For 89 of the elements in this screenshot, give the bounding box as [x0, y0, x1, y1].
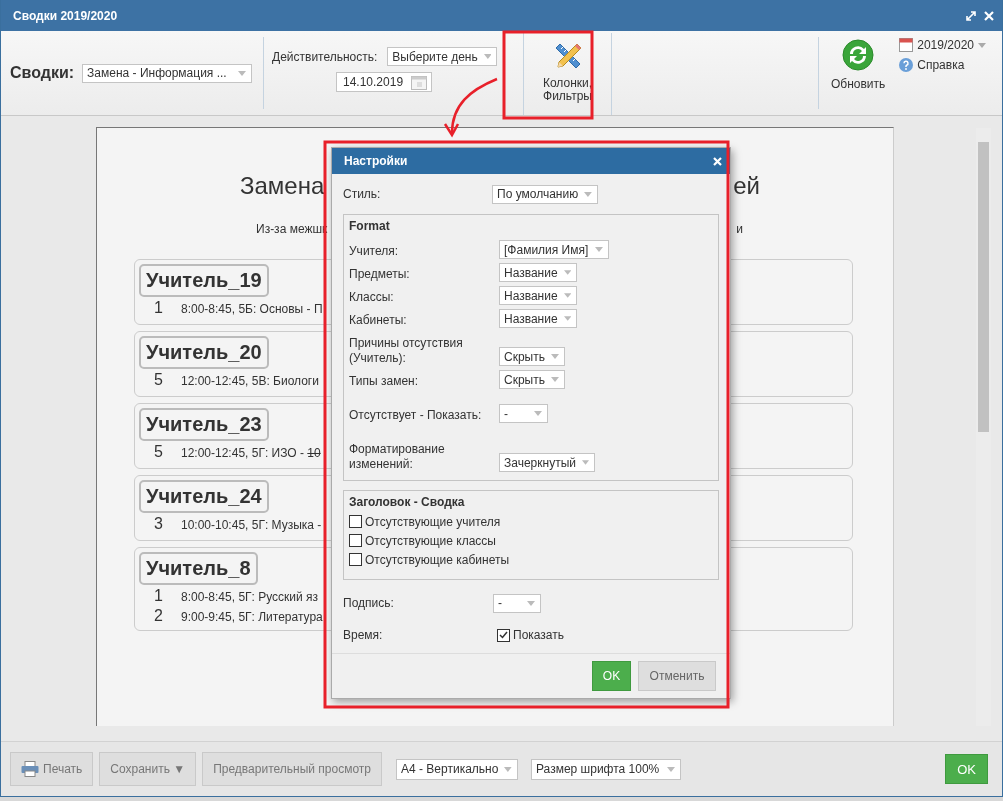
- setting-label: Причины отсутствия (Учитель):: [349, 336, 464, 366]
- font-size-select[interactable]: Размер шрифта 100%: [531, 758, 681, 780]
- document-subtitle: и: [736, 222, 743, 236]
- time-label: Время:: [343, 628, 384, 642]
- date-field[interactable]: 14.10.2019: [336, 72, 433, 92]
- scrollbar-thumb[interactable]: [978, 142, 989, 432]
- setting-select[interactable]: [Фамилия Имя]: [499, 240, 609, 259]
- group-title: Заголовок - Сводка: [349, 495, 466, 509]
- setting-label: Типы замен:: [349, 374, 420, 389]
- calendar-icon: [899, 38, 914, 52]
- checkbox[interactable]: [349, 553, 362, 566]
- caret-icon: [581, 460, 589, 465]
- setting-select[interactable]: Скрыть: [499, 347, 565, 366]
- period-number: 1: [154, 299, 162, 317]
- refresh-button[interactable]: Обновить: [818, 31, 898, 115]
- page-format-select[interactable]: A4 - Вертикально: [396, 758, 518, 780]
- teacher-name: Учитель_8: [139, 552, 258, 585]
- setting-select[interactable]: Название: [499, 309, 577, 328]
- caret-icon: [483, 54, 492, 59]
- window-title: Сводки 2019/2020: [13, 8, 119, 23]
- setting-select[interactable]: Скрыть: [499, 370, 565, 389]
- close-icon[interactable]: [713, 156, 722, 166]
- lesson-text: 9:00-9:45, 5Г: Литература: [181, 610, 323, 624]
- setting-label: Учителя:: [349, 244, 400, 259]
- signature-select[interactable]: -: [493, 593, 541, 613]
- report-select[interactable]: Замена - Информация ...: [82, 63, 253, 83]
- dialog-title: Настройки: [344, 154, 408, 168]
- checkbox[interactable]: [349, 534, 362, 547]
- setting-label: Форматирование изменений:: [349, 442, 446, 472]
- lesson-text: 8:00-8:45, 5Г: Русский яз: [181, 590, 319, 604]
- period-number: 2: [154, 607, 162, 625]
- period-number: 5: [154, 443, 162, 461]
- caret-icon: [534, 411, 542, 416]
- style-label: Стиль:: [343, 187, 382, 201]
- checkbox-label[interactable]: Отсутствующие учителя: [365, 514, 501, 529]
- columns-filters-button[interactable]: Колонки, Фильтры: [523, 33, 612, 115]
- annotation-arrow: [443, 77, 498, 138]
- setting-label: Предметы:: [349, 267, 411, 282]
- day-select[interactable]: Выберите день: [387, 47, 498, 66]
- setting-select[interactable]: Название: [499, 286, 577, 305]
- caret-icon: [238, 70, 247, 76]
- group-title: Format: [349, 219, 391, 233]
- validity-label: Действительность:: [272, 49, 378, 64]
- caret-icon: [584, 191, 592, 197]
- printer-icon: [21, 761, 39, 777]
- refresh-icon: [842, 39, 875, 71]
- reports-label: Сводки:: [10, 64, 75, 82]
- caret-icon: [563, 316, 571, 321]
- document-title: ей: [733, 172, 760, 200]
- teacher-name: Учитель_23: [139, 408, 269, 441]
- caret-icon: [667, 766, 675, 772]
- setting-select[interactable]: Зачеркнутый: [499, 453, 595, 472]
- year-select[interactable]: 2019/2020: [899, 38, 986, 52]
- period-number: 3: [154, 515, 162, 533]
- lesson-text: 12:00-12:45, 5Г: ИЗО - 10: [181, 446, 321, 460]
- teacher-name: Учитель_19: [139, 264, 269, 297]
- caret-icon: [551, 354, 559, 359]
- close-icon[interactable]: [984, 10, 994, 21]
- signature-label: Подпись:: [343, 596, 395, 610]
- period-number: 1: [154, 587, 162, 605]
- caret-icon: [595, 247, 603, 252]
- help-icon: [899, 58, 914, 72]
- caret-icon: [563, 270, 571, 275]
- checkmark-icon: [499, 631, 508, 639]
- checkbox[interactable]: [497, 628, 510, 642]
- cancel-button[interactable]: Отменить: [638, 661, 716, 691]
- caret-icon: [563, 293, 571, 298]
- teacher-name: Учитель_24: [139, 480, 269, 513]
- teacher-name: Учитель_20: [139, 336, 269, 369]
- checkbox-label[interactable]: Отсутствующие классы: [365, 533, 496, 548]
- setting-select[interactable]: Название: [499, 263, 577, 282]
- lesson-text: 12:00-12:45, 5В: Биологи: [181, 374, 319, 388]
- setting-label: Кабинеты:: [349, 313, 408, 328]
- checkbox[interactable]: [349, 515, 362, 528]
- setting-label: Отсутствует - Показать:: [349, 408, 483, 423]
- setting-label: Классы:: [349, 290, 395, 305]
- lesson-text: 8:00-8:45, 5Б: Основы - П: [181, 302, 323, 316]
- caret-icon: [527, 600, 535, 606]
- checkbox-label[interactable]: Отсутствующие кабинеты: [365, 552, 510, 567]
- caret-icon: [504, 766, 512, 772]
- lesson-text: 10:00-10:45, 5Г: Музыка -: [181, 518, 322, 532]
- checkbox-label[interactable]: Показать: [513, 628, 564, 642]
- expand-icon[interactable]: [966, 10, 976, 21]
- period-number: 5: [154, 371, 162, 389]
- caret-icon: [551, 377, 559, 382]
- help-link[interactable]: Справка: [899, 58, 986, 72]
- caret-icon: [978, 42, 986, 48]
- setting-select[interactable]: -: [499, 404, 548, 423]
- style-select[interactable]: По умолчанию: [492, 184, 598, 204]
